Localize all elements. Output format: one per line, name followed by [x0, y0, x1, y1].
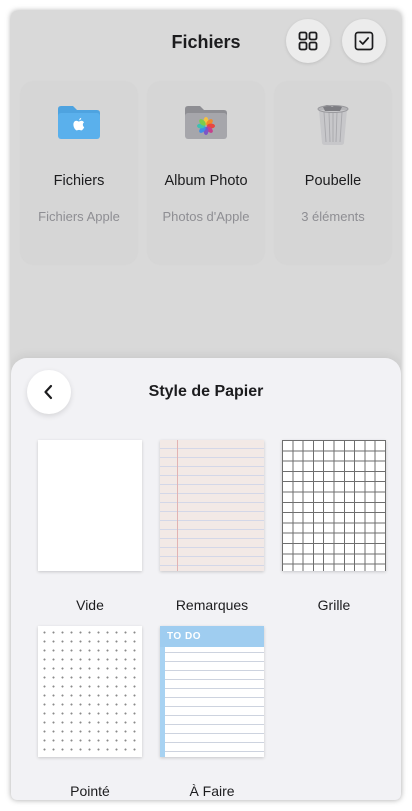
location-name: Poubelle: [304, 173, 362, 189]
paper-option-dotted[interactable]: [38, 626, 142, 757]
paper-option-grid[interactable]: [282, 440, 386, 571]
photos-folder-icon: [185, 106, 227, 139]
select-button[interactable]: [342, 19, 386, 63]
paper-label: Vide: [76, 597, 104, 613]
header: Fichiers: [11, 11, 401, 73]
location-card-album-photo[interactable]: Album Photo Photos d'Apple: [148, 82, 264, 264]
location-name: Album Photo: [164, 173, 248, 189]
paper-style-sheet: Style de Papier Vide Remarques Grille Po…: [11, 358, 401, 800]
location-subtitle: 3 éléments: [301, 209, 365, 224]
location-name: Fichiers: [53, 173, 105, 189]
location-subtitle: Photos d'Apple: [162, 209, 250, 224]
sheet-title: Style de Papier: [148, 383, 264, 400]
paper-option-todo[interactable]: TO DO: [160, 626, 264, 757]
location-card-poubelle[interactable]: Poubelle 3 éléments: [275, 82, 391, 264]
location-card-fichiers[interactable]: Fichiers Fichiers Apple: [21, 82, 137, 264]
paper-option-blank[interactable]: [38, 440, 142, 571]
grid-view-button[interactable]: [286, 19, 330, 63]
checkbox-icon: [354, 31, 374, 51]
paper-label: Grille: [317, 597, 351, 613]
trash-icon: [317, 105, 349, 145]
app-window: Fichiers Fichiers Fichiers Apple Album P…: [11, 11, 401, 800]
todo-header: TO DO: [160, 626, 264, 647]
locations-grid: Fichiers Fichiers Apple Album Photo Phot…: [21, 82, 391, 264]
paper-label: Pointé: [70, 783, 110, 799]
grid-icon: [298, 31, 318, 51]
paper-label: À Faire: [189, 783, 235, 799]
paper-option-lined[interactable]: [160, 440, 264, 571]
location-subtitle: Fichiers Apple: [38, 209, 120, 224]
blue-folder-icon: [58, 106, 100, 139]
paper-label: Remarques: [175, 597, 249, 613]
